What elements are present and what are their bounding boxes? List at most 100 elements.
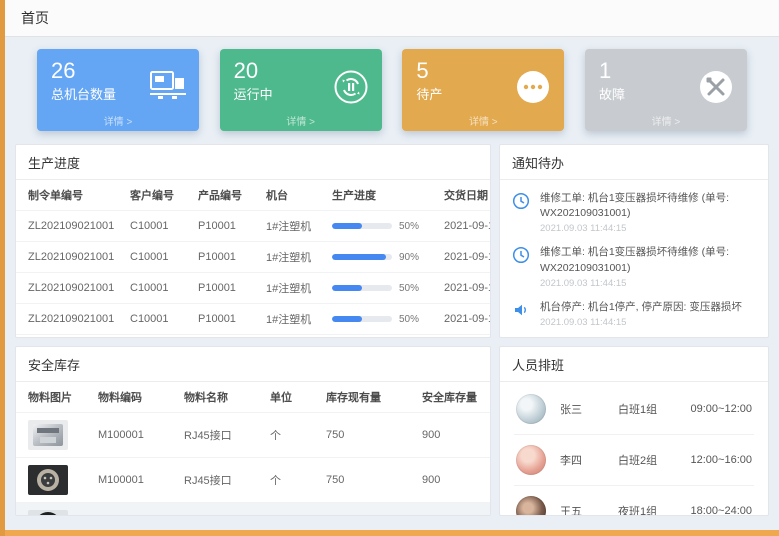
- table-row: ZL202109021001 C10001 P10001 1#注塑机 90% 2…: [16, 242, 491, 273]
- running-icon: [333, 69, 369, 105]
- stock-qty: 750: [322, 413, 418, 458]
- notifications-panel-title: 通知待办: [500, 145, 768, 180]
- progress-bar: [332, 254, 392, 260]
- avatar: [516, 445, 546, 475]
- notification-time: 2021.09.03 11:44:15: [540, 317, 742, 328]
- stat-detail-link[interactable]: 详情 >: [37, 113, 199, 128]
- schedule-item: 张三 白班1组 09:00~12:00: [514, 384, 754, 435]
- progress-bar: [332, 285, 392, 291]
- staff-schedule-list: 张三 白班1组 09:00~12:00 李四 白班2组 12:00~16:00 …: [500, 382, 768, 516]
- product-no: P10001: [194, 273, 262, 304]
- col-header: 安全库存量: [418, 382, 491, 413]
- notifications-list: 维修工单: 机台1变压器损坏待维修 (单号: WX202109031001) 2…: [500, 180, 768, 338]
- material-code: M100001: [94, 503, 180, 517]
- staff-name: 张三: [560, 401, 618, 417]
- notification-item[interactable]: 计划暂停: 机台1生产计划已暂停 2021.09.03 11:44:15: [510, 333, 758, 338]
- production-progress-panel: 生产进度 制令单编号 客户编号 产品编号 机台 生产进度 交货日期: [15, 144, 491, 338]
- machine-icon: [150, 69, 186, 105]
- pending-dots-icon: [515, 69, 551, 105]
- clock-icon: [512, 245, 532, 288]
- table-header-row: 制令单编号 客户编号 产品编号 机台 生产进度 交货日期: [16, 180, 491, 211]
- safety-stock-table: 物料图片 物料编码 物料名称 单位 库存现有量 安全库存量: [16, 382, 491, 516]
- col-header: 库存现有量: [322, 382, 418, 413]
- safety-qty: 900: [418, 458, 491, 503]
- delivery-date: 2021-09-10: [440, 304, 491, 335]
- schedule-item: 李四 白班2组 12:00~16:00: [514, 435, 754, 486]
- table-row: M100001 RJ45接口 个 750 900: [16, 458, 491, 503]
- staff-name: 王五: [560, 503, 618, 516]
- notification-text: 维修工单: 机台1变压器损坏待维修 (单号: WX202109031001): [540, 191, 756, 221]
- fault-tools-icon: [698, 69, 734, 105]
- production-table: 制令单编号 客户编号 产品编号 机台 生产进度 交货日期 ZL202109021…: [16, 180, 491, 338]
- col-header: 单位: [266, 382, 322, 413]
- product-no: P10001: [194, 242, 262, 273]
- stock-qty: 750: [322, 503, 418, 517]
- customer-no: C10001: [126, 335, 194, 339]
- col-header: 产品编号: [194, 180, 262, 211]
- stat-card-running[interactable]: 20 运行中 详情 >: [220, 49, 382, 131]
- col-header: 客户编号: [126, 180, 194, 211]
- stat-card-pending[interactable]: 5 待产 详情 >: [402, 49, 564, 131]
- schedule-item: 王五 夜班1组 18:00~24:00: [514, 486, 754, 516]
- notification-item[interactable]: 机台停产: 机台1停产, 停产原因: 变压器损坏 2021.09.03 11:4…: [510, 294, 758, 333]
- stat-card-fault[interactable]: 1 故障 详情 >: [585, 49, 747, 131]
- staff-time: 18:00~24:00: [690, 505, 752, 516]
- material-unit: 个: [266, 413, 322, 458]
- notification-time: 2021.09.03 11:44:15: [540, 223, 756, 234]
- dashboard-main: 26 总机台数量 详情 > 20 运行中: [5, 37, 779, 524]
- progress-bar: [332, 316, 392, 322]
- avatar: [516, 496, 546, 516]
- table-row: ZL202109021001 C10001 P10001 1#注塑机 50% 2…: [16, 304, 491, 335]
- staff-name: 李四: [560, 452, 618, 468]
- stat-detail-link[interactable]: 详情 >: [585, 113, 747, 128]
- staff-schedule-panel: 人员排班 张三 白班1组 09:00~12:00 李四 白班2组 12:00~1…: [499, 346, 769, 516]
- rj45-connector-photo: [28, 420, 68, 450]
- table-row: ZL202109021001 C10001 P10001 1#注塑机 50% 2…: [16, 273, 491, 304]
- product-no: P10001: [194, 335, 262, 339]
- stat-cards-row: 26 总机台数量 详情 > 20 运行中: [15, 49, 769, 131]
- col-header: 生产进度: [328, 180, 440, 211]
- material-unit: 个: [266, 458, 322, 503]
- staff-shift: 白班1组: [618, 401, 690, 417]
- stat-detail-link[interactable]: 详情 >: [220, 113, 382, 128]
- delivery-date: 2021-09-10: [440, 242, 491, 273]
- safety-qty: 900: [418, 413, 491, 458]
- notifications-panel: 通知待办 维修工单: 机台1变压器损坏待维修 (单号: WX2021090310…: [499, 144, 769, 338]
- customer-no: C10001: [126, 304, 194, 335]
- progress-label: 90%: [399, 252, 419, 263]
- col-header: 机台: [262, 180, 328, 211]
- order-no: ZL202109021001: [16, 335, 126, 339]
- staff-shift: 白班2组: [618, 452, 690, 468]
- product-no: P10001: [194, 304, 262, 335]
- speaker-photo: [28, 510, 68, 516]
- notification-item[interactable]: 维修工单: 机台1变压器损坏待维修 (单号: WX202109031001) 2…: [510, 239, 758, 293]
- dashboard-root: 首页 26 总机台数量 详情 >: [5, 0, 779, 530]
- window-left-edge: [0, 0, 5, 536]
- staff-shift: 夜班1组: [618, 503, 690, 516]
- order-no: ZL202109021001: [16, 211, 126, 242]
- notification-time: 2021.09.03 11:44:15: [540, 278, 756, 289]
- window-bottom-edge: [0, 530, 779, 536]
- col-header: 物料编码: [94, 382, 180, 413]
- stat-card-total-machines[interactable]: 26 总机台数量 详情 >: [37, 49, 199, 131]
- material-name: RJ45接口: [180, 503, 266, 517]
- customer-no: C10001: [126, 242, 194, 273]
- page-title: 首页: [21, 8, 49, 28]
- stat-detail-link[interactable]: 详情 >: [402, 113, 564, 128]
- safety-stock-panel: 安全库存 物料图片 物料编码 物料名称 单位 库存现有量 安全库存量: [15, 346, 491, 516]
- round-connector-photo: [28, 465, 68, 495]
- delivery-date: 2021-09-10: [440, 335, 491, 339]
- notification-item[interactable]: 维修工单: 机台1变压器损坏待维修 (单号: WX202109031001) 2…: [510, 185, 758, 239]
- col-header: 制令单编号: [16, 180, 126, 211]
- material-unit: 个: [266, 503, 322, 517]
- machine: 1#注塑机: [262, 211, 328, 242]
- table-row: M100001 RJ45接口 个 750 900: [16, 413, 491, 458]
- machine: 1#注塑机: [262, 273, 328, 304]
- material-name: RJ45接口: [180, 413, 266, 458]
- page-header: 首页: [5, 0, 779, 37]
- progress-bar: [332, 223, 392, 229]
- staff-time: 12:00~16:00: [690, 454, 752, 466]
- progress-label: 50%: [399, 283, 419, 294]
- speaker-icon: [512, 300, 532, 328]
- staff-schedule-panel-title: 人员排班: [500, 347, 768, 382]
